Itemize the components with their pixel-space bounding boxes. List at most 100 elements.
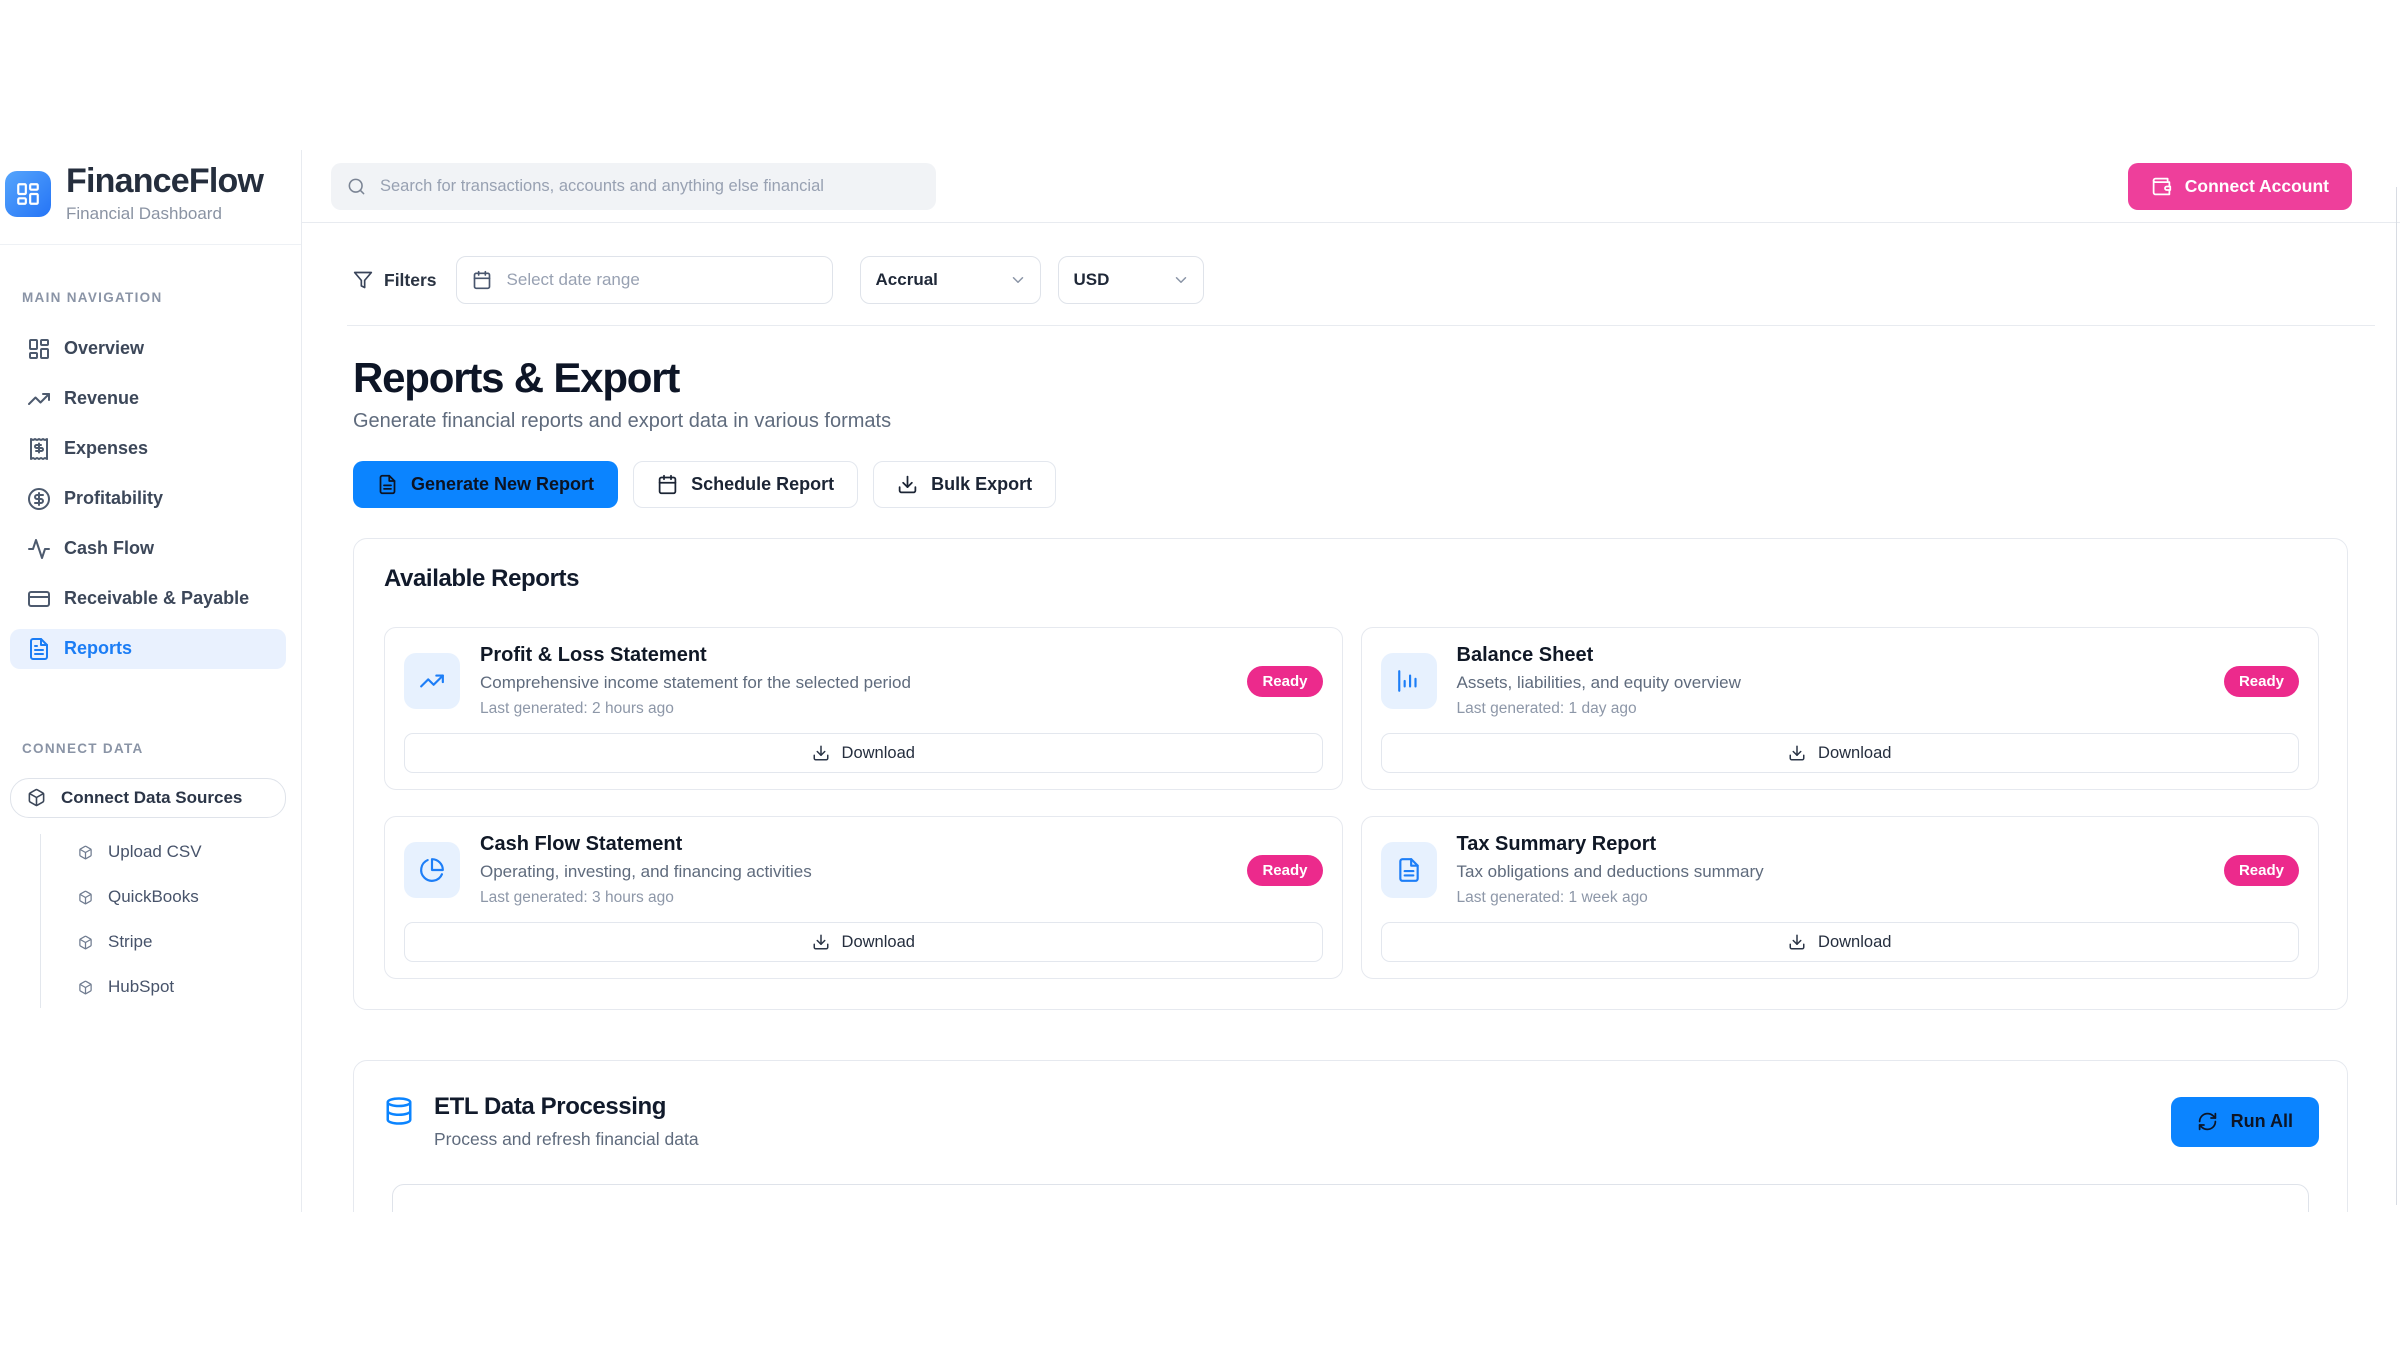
package-icon [78,980,93,995]
download-button[interactable]: Download [404,922,1323,962]
receipt-icon [27,437,51,461]
download-button[interactable]: Download [404,733,1323,773]
download-icon [812,933,830,951]
generate-report-button[interactable]: Generate New Report [353,461,618,508]
screen: FinanceFlow Financial Dashboard MAIN NAV… [0,0,2400,1350]
source-item-upload-csv[interactable]: Upload CSV [40,830,301,875]
filters-row: Filters Accrual USD [353,257,2348,303]
etl-header: ETL Data Processing Process and refresh … [384,1093,2319,1150]
search-icon [347,177,366,196]
source-item-quickbooks[interactable]: QuickBooks [40,875,301,920]
sidebar-item-label: Overview [64,338,144,359]
connect-account-button[interactable]: Connect Account [2128,163,2352,210]
report-card-profit-loss: Profit & Loss Statement Comprehensive in… [384,627,1343,790]
status-badge: Ready [1247,666,1322,697]
brand-block: FinanceFlow Financial Dashboard [0,150,301,245]
filters-label: Filters [384,270,437,291]
sidebar-item-expenses[interactable]: Expenses [10,429,286,469]
refresh-icon [2197,1111,2218,1132]
filters-toggle[interactable]: Filters [353,270,437,291]
source-item-hubspot[interactable]: HubSpot [40,965,301,1010]
schedule-report-button[interactable]: Schedule Report [633,461,858,508]
report-card-header: Balance Sheet Assets, liabilities, and e… [1381,644,2300,718]
database-icon [384,1096,414,1126]
download-icon [1788,744,1806,762]
report-card-tax-summary: Tax Summary Report Tax obligations and d… [1361,816,2320,979]
report-actions: Generate New Report Schedule Report Bulk… [353,461,2348,508]
source-item-label: Upload CSV [108,842,202,862]
trending-up-icon [404,653,460,709]
accounting-basis-select[interactable]: Accrual [860,256,1041,304]
report-last-generated: Last generated: 1 day ago [1457,700,2204,718]
currency-select[interactable]: USD [1058,256,1204,304]
sidebar-item-overview[interactable]: Overview [10,329,286,369]
connect-data-label: CONNECT DATA [22,741,301,756]
sidebar-item-profitability[interactable]: Profitability [10,479,286,519]
download-button[interactable]: Download [1381,922,2300,962]
download-label: Download [842,933,915,952]
report-description: Comprehensive income statement for the s… [480,673,1227,693]
etl-panel: ETL Data Processing Process and refresh … [353,1060,2348,1212]
sidebar-item-label: Expenses [64,438,148,459]
main-nav-label: MAIN NAVIGATION [22,290,301,305]
search-bar[interactable] [331,163,936,210]
package-icon [78,890,93,905]
data-sources-list: Upload CSV QuickBooks Stripe HubSpot [40,830,301,1010]
calendar-icon [657,474,678,495]
report-card-header: Tax Summary Report Tax obligations and d… [1381,833,2300,907]
sidebar: FinanceFlow Financial Dashboard MAIN NAV… [0,150,302,1212]
sidebar-item-cash-flow[interactable]: Cash Flow [10,529,286,569]
sidebar-item-reports[interactable]: Reports [10,629,286,669]
package-icon [78,935,93,950]
etl-subtitle: Process and refresh financial data [434,1129,699,1150]
scrollbar[interactable] [2396,187,2397,1205]
report-card-texts: Balance Sheet Assets, liabilities, and e… [1457,644,2204,718]
download-button[interactable]: Download [1381,733,2300,773]
report-last-generated: Last generated: 1 week ago [1457,889,2204,907]
report-last-generated: Last generated: 3 hours ago [480,889,1227,907]
report-card-balance-sheet: Balance Sheet Assets, liabilities, and e… [1361,627,2320,790]
main-nav: Overview Revenue Expenses Profitability … [0,329,301,679]
bulk-export-button[interactable]: Bulk Export [873,461,1056,508]
package-icon [78,845,93,860]
connect-data-sources-button[interactable]: Connect Data Sources [10,778,286,818]
download-icon [812,744,830,762]
download-icon [897,474,918,495]
activity-icon [27,537,51,561]
trending-up-icon [27,387,51,411]
file-text-icon [27,637,51,661]
etl-texts: ETL Data Processing Process and refresh … [434,1093,699,1150]
credit-card-icon [27,587,51,611]
report-card-texts: Profit & Loss Statement Comprehensive in… [480,644,1227,718]
etl-title-block: ETL Data Processing Process and refresh … [384,1093,699,1150]
wallet-icon [2151,176,2172,197]
download-label: Download [1818,744,1891,763]
status-badge: Ready [1247,855,1322,886]
sidebar-item-revenue[interactable]: Revenue [10,379,286,419]
currency-value: USD [1074,270,1110,290]
source-item-label: Stripe [108,932,152,952]
pie-chart-icon [404,842,460,898]
source-item-stripe[interactable]: Stripe [40,920,301,965]
circle-dollar-icon [27,487,51,511]
etl-title: ETL Data Processing [434,1093,699,1121]
source-item-label: HubSpot [108,977,174,997]
sidebar-item-label: Cash Flow [64,538,154,559]
main-area: Connect Account Filters Accrual [302,150,2400,1212]
chevron-down-icon [1009,271,1027,289]
date-range-picker[interactable] [456,256,833,304]
chevron-down-icon [1172,271,1190,289]
page-title: Reports & Export [353,357,2348,399]
page-subtitle: Generate financial reports and export da… [353,410,2348,433]
sidebar-item-receivable-payable[interactable]: Receivable & Payable [10,579,286,619]
calendar-icon [472,270,492,290]
download-icon [1788,933,1806,951]
report-description: Operating, investing, and financing acti… [480,862,1227,882]
search-input[interactable] [378,176,920,197]
date-range-input[interactable] [505,269,817,291]
status-badge: Ready [2224,666,2299,697]
filter-funnel-icon [353,270,373,290]
source-item-label: QuickBooks [108,887,199,907]
run-all-button[interactable]: Run All [2171,1097,2319,1147]
generate-report-label: Generate New Report [411,474,594,495]
